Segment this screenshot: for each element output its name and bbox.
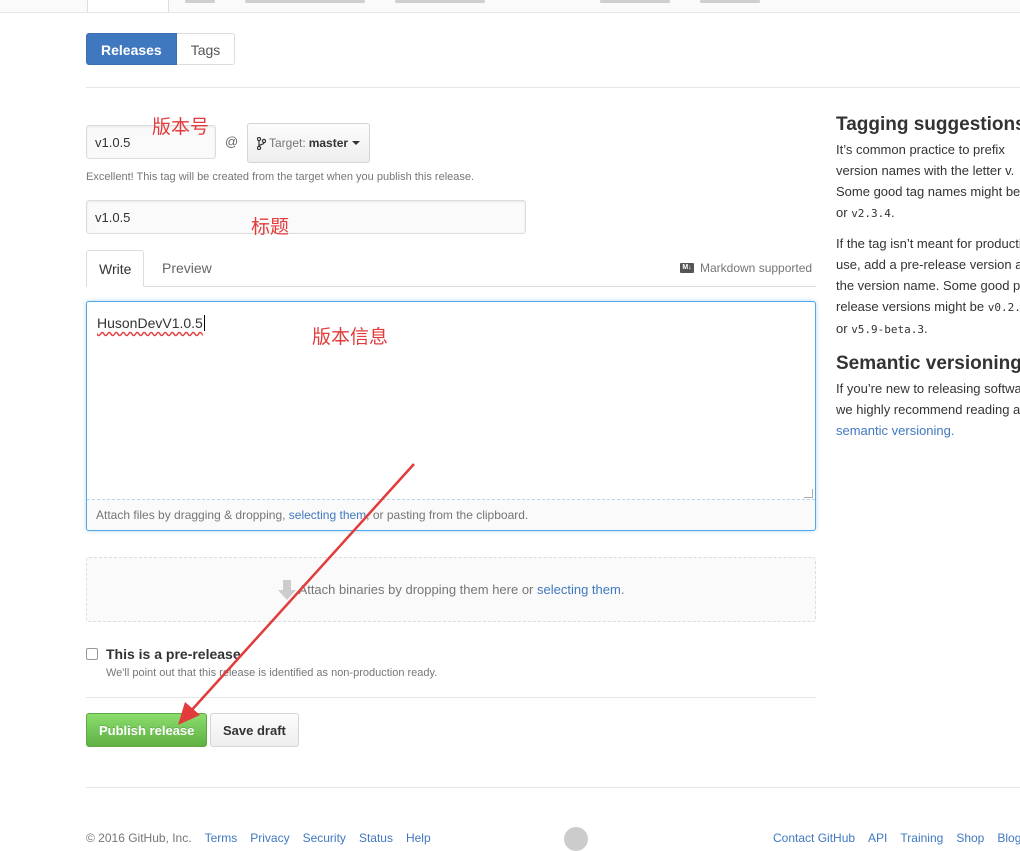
arrow-down-icon [277,579,296,600]
github-octocat-icon[interactable] [564,827,588,851]
tag-version-value: v1.0.5 [95,134,131,150]
repo-nav-item[interactable] [245,0,365,3]
target-label: Target: [269,136,306,150]
prerelease-suggestions-text: If the tag isn’t meant for production us… [836,233,1020,340]
tab-preview[interactable]: Preview [150,250,224,287]
footer-link-security[interactable]: Security [303,831,346,845]
release-body-textarea[interactable]: HusonDevV1.0.5 Attach files by dragging … [86,301,816,531]
footer-link-terms[interactable]: Terms [205,831,238,845]
tag-note: Excellent! This tag will be created from… [86,171,475,183]
tagging-suggestions-heading: Tagging suggestions [836,114,1020,135]
footer-link-api[interactable]: API [868,831,887,845]
annotation-version-number: 版本号 [152,116,210,138]
publish-release-button[interactable]: Publish release [86,713,208,747]
footer-right: Contact GitHub API Training Shop Blog [773,831,1020,845]
repo-nav-item[interactable] [185,0,215,3]
repo-nav-item[interactable] [700,0,760,3]
release-body-text: HusonDevV1.0.5 [97,315,205,331]
divider [86,87,1020,88]
tab-tags[interactable]: Tags [176,33,236,65]
sidebar-code: v5.9-beta.3 [851,323,925,336]
semantic-versioning-link[interactable]: semantic versioning. [836,420,1020,441]
prerelease-note: We'll point out that this release is ide… [106,667,438,679]
semantic-versioning-heading: Semantic versioning [836,353,1020,374]
sidebar-code: v0.2.0 [987,301,1020,314]
markdown-icon: M↓ [680,263,694,273]
binaries-select-link[interactable]: selecting them [537,582,621,597]
branch-icon [257,136,266,150]
sidebar-line: we highly recommend reading about [836,402,1020,417]
sidebar-line: It’s common practice to prefix [836,142,1005,157]
footer-link-training[interactable]: Training [900,831,943,845]
tab-write[interactable]: Write [86,250,145,287]
sidebar-line: the version name. Some good pre- [836,278,1020,293]
target-value: master [308,136,349,150]
footer-link-privacy[interactable]: Privacy [250,831,289,845]
markdown-supported-link[interactable]: M↓ Markdown supported [680,261,812,275]
tab-releases[interactable]: Releases [86,33,177,65]
repo-nav-active-tab[interactable] [87,0,169,12]
repo-nav-item[interactable] [395,0,485,3]
sidebar-code: v2.3.4 [851,207,891,220]
footer-divider [86,787,1020,788]
resize-handle[interactable] [804,489,813,498]
markdown-note: Markdown supported [700,261,813,275]
footer-link-shop[interactable]: Shop [956,831,984,845]
attach-files-text: Attach files by dragging & dropping, [96,508,289,522]
sidebar-line: If you’re new to releasing software, [836,381,1020,396]
footer-link-blog[interactable]: Blog [997,831,1020,845]
sidebar-line: If the tag isn’t meant for production [836,236,1020,251]
binaries-dropzone[interactable]: Attach binaries by dropping them here or… [86,557,816,622]
copyright: © 2016 GitHub, Inc. [86,831,192,845]
footer-link-contact[interactable]: Contact GitHub [773,831,855,845]
prerelease-checkbox[interactable] [86,648,98,660]
text-cursor [203,315,205,331]
release-body-value: HusonDevV1.0.5 [97,315,203,331]
attach-files-bar: Attach files by dragging & dropping, sel… [87,499,815,530]
footer-link-status[interactable]: Status [359,831,393,845]
prerelease-label[interactable]: This is a pre-release [106,646,241,662]
sidebar-line: Some good tag names might be v1.0 [836,184,1020,199]
binaries-text: Attach binaries by dropping them here or [298,582,534,597]
sidebar-text: or [836,321,848,336]
annotation-version-info: 版本信息 [312,326,389,348]
annotation-title: 标题 [251,216,290,238]
target-branch-button[interactable]: Target: master [247,123,371,163]
attach-files-text-end: , or pasting from the clipboard. [366,508,529,522]
footer-left: © 2016 GitHub, Inc. Terms Privacy Security S… [86,831,444,845]
semantic-versioning-text: If you’re new to releasing software, we … [836,378,1020,441]
binaries-text-end: . [620,582,625,597]
sidebar-text: release versions might be [836,299,985,314]
sidebar-text: or [836,205,848,220]
save-draft-button[interactable]: Save draft [210,713,299,747]
at-sign: @ [225,134,239,149]
footer-link-help[interactable]: Help [406,831,431,845]
release-tabs: Releases Tags [86,33,236,65]
sidebar-line: use, add a pre-release version after [836,257,1020,272]
release-title-value: v1.0.5 [95,209,131,225]
sidebar-line: version names with the letter v. [836,163,1015,178]
repo-nav-strip [0,0,1020,13]
divider [86,697,816,698]
attach-files-select-link[interactable]: selecting them [289,508,366,522]
chevron-down-icon [352,141,361,145]
release-title-input[interactable]: v1.0.5 [86,200,526,234]
tagging-suggestions-text: It’s common practice to prefix version n… [836,139,1020,224]
repo-nav-item[interactable] [600,0,670,3]
